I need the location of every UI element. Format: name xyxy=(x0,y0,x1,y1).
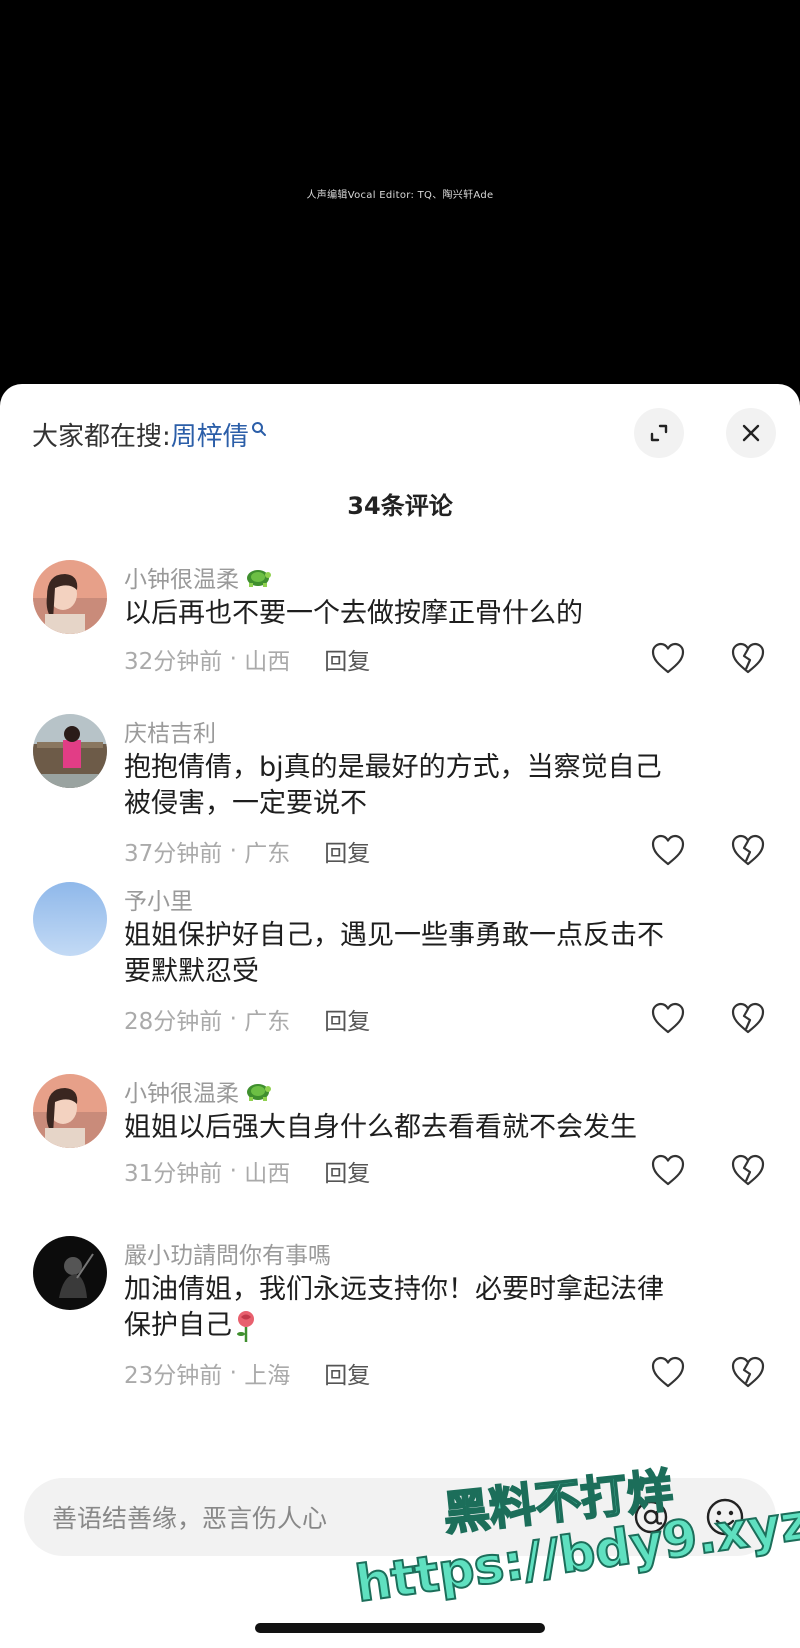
comment-username[interactable]: 小钟很温柔 xyxy=(124,1074,273,1108)
comment-text: 以后再也不要一个去做按摩正骨什么的 xyxy=(124,598,583,629)
heart-like-icon[interactable] xyxy=(650,1153,686,1187)
comment-time: 37分钟前 xyxy=(124,841,223,867)
turtle-emoji-icon xyxy=(247,1084,271,1101)
heart-like-icon[interactable] xyxy=(650,1001,686,1035)
broken-heart-icon[interactable] xyxy=(730,641,766,675)
comment-text: 抱抱倩倩，bj真的是最好的方式，当察觉自己 被侵害，一定要说不 xyxy=(124,752,662,819)
comment-text: 姐姐以后强大自身什么都去看看就不会发生 xyxy=(124,1112,637,1143)
comment-item: 予小里 姐姐保护好自己，遇见一些事勇敢一点反击不 要默默忍受 28分钟前 · 广… xyxy=(0,882,800,1062)
comment-meta: 23分钟前 · 上海 回复 xyxy=(124,1356,370,1390)
comment-username[interactable]: 予小里 xyxy=(124,882,193,916)
close-icon xyxy=(742,424,760,442)
comment-time: 32分钟前 xyxy=(124,649,223,675)
comment-time: 28分钟前 xyxy=(124,1009,223,1035)
expand-icon xyxy=(650,424,668,442)
reply-button[interactable]: 回复 xyxy=(324,834,370,868)
search-prefix: 大家都在搜: xyxy=(32,421,171,452)
comment-meta: 28分钟前 · 广东 回复 xyxy=(124,1002,370,1036)
comment-text: 姐姐保护好自己，遇见一些事勇敢一点反击不 要默默忍受 xyxy=(124,920,664,987)
turtle-emoji-icon xyxy=(247,570,271,587)
home-indicator xyxy=(255,1623,545,1633)
comment-meta: 32分钟前 · 山西 回复 xyxy=(124,642,370,676)
comment-location: 广东 xyxy=(244,1009,291,1035)
video-credit: 人声编辑Vocal Editor: TQ、陶兴轩Ade xyxy=(306,190,494,201)
avatar[interactable] xyxy=(33,1074,107,1148)
comment-time: 31分钟前 xyxy=(124,1161,223,1187)
comment-text: 加油倩姐，我们永远支持你！必要时拿起法律 保护自己 xyxy=(124,1274,664,1342)
heart-like-icon[interactable] xyxy=(650,641,686,675)
comment-meta: 37分钟前 · 广东 回复 xyxy=(124,834,370,868)
heart-like-icon[interactable] xyxy=(650,1355,686,1389)
comment-username[interactable]: 庆桔吉利 xyxy=(124,714,216,748)
rose-emoji-icon xyxy=(237,1311,254,1342)
comment-location: 山西 xyxy=(244,1161,291,1187)
comment-time: 23分钟前 xyxy=(124,1363,223,1389)
comment-username[interactable]: 小钟很温柔 xyxy=(124,560,273,594)
broken-heart-icon[interactable] xyxy=(730,1355,766,1389)
comment-item: 小钟很温柔 以后再也不要一个去做按摩正骨什么的 32分钟前 · 山西 回复 xyxy=(0,560,800,700)
avatar[interactable] xyxy=(33,882,107,956)
broken-heart-icon[interactable] xyxy=(730,1153,766,1187)
comment-meta: 31分钟前 · 山西 回复 xyxy=(124,1154,370,1188)
expand-button[interactable] xyxy=(634,408,684,458)
comment-location: 上海 xyxy=(244,1363,291,1389)
comment-location: 山西 xyxy=(244,649,291,675)
comment-username[interactable]: 嚴小玏請問你有事嗎 xyxy=(124,1236,331,1270)
trending-search[interactable]: 大家都在搜: 周梓倩 xyxy=(32,414,267,454)
heart-like-icon[interactable] xyxy=(650,833,686,867)
search-icon xyxy=(251,422,266,436)
close-button[interactable] xyxy=(726,408,776,458)
search-term-link[interactable]: 周梓倩 xyxy=(171,416,249,453)
comment-location: 广东 xyxy=(244,841,291,867)
avatar[interactable] xyxy=(33,714,107,788)
avatar[interactable] xyxy=(33,1236,107,1310)
avatar[interactable] xyxy=(33,560,107,634)
reply-button[interactable]: 回复 xyxy=(324,1356,370,1390)
comment-sheet: 大家都在搜: 周梓倩 34条评论 小钟很温柔 以后再也不要一个去做按摩正骨什么的… xyxy=(0,384,800,1648)
broken-heart-icon[interactable] xyxy=(730,1001,766,1035)
reply-button[interactable]: 回复 xyxy=(324,1154,370,1188)
reply-button[interactable]: 回复 xyxy=(324,642,370,676)
comment-item: 庆桔吉利 抱抱倩倩，bj真的是最好的方式，当察觉自己 被侵害，一定要说不 37分… xyxy=(0,714,800,894)
broken-heart-icon[interactable] xyxy=(730,833,766,867)
comment-item: 小钟很温柔 姐姐以后强大自身什么都去看看就不会发生 31分钟前 · 山西 回复 xyxy=(0,1074,800,1214)
comment-count: 34条评论 xyxy=(347,492,453,520)
comment-item: 嚴小玏請問你有事嗎 加油倩姐，我们永远支持你！必要时拿起法律 保护自己 23分钟… xyxy=(0,1236,800,1426)
reply-button[interactable]: 回复 xyxy=(324,1002,370,1036)
video-area[interactable]: 人声编辑Vocal Editor: TQ、陶兴轩Ade xyxy=(0,0,800,384)
